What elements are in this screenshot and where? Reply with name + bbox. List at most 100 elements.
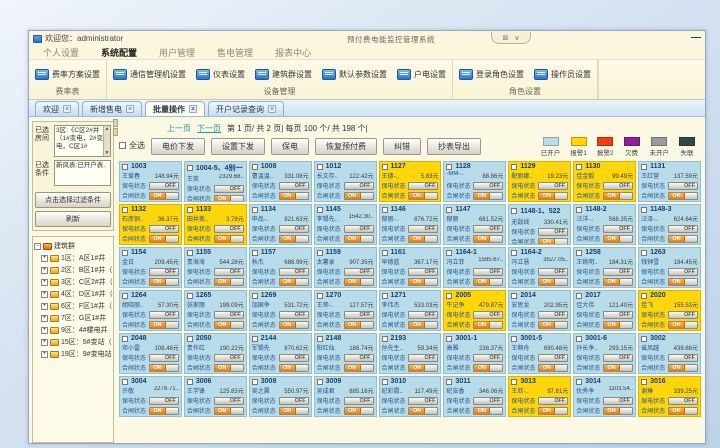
switch-toggle[interactable]: ON [538,238,568,246]
meter-card[interactable]: 1127王德-..5.83元保电状态OFF合闸状态ON [379,161,442,202]
meter-card[interactable]: 2144军锡先870.62元保电状态OFF合闸状态ON [249,333,312,374]
switch-toggle[interactable]: ON [344,192,374,200]
meter-card[interactable]: 1157秋杰686.99元保电状态OFF合闸状态ON [249,247,312,288]
card-checkbox[interactable] [122,164,128,170]
protect-toggle[interactable]: OFF [279,268,309,276]
expand-icon[interactable]: + [41,339,48,346]
ribbon-button[interactable]: 默认参数设置 [322,69,387,80]
switch-toggle[interactable]: ON [473,235,503,243]
meter-card[interactable]: 2017佳大伟121.40元保电状态OFF合闸状态ON [573,290,636,331]
expand-icon[interactable]: + [41,255,48,262]
protect-toggle[interactable]: OFF [473,182,503,190]
protect-toggle[interactable]: OFF [279,354,309,362]
switch-toggle[interactable]: ON [603,364,633,372]
meter-card[interactable]: 2193孙先生..59.34元保电状态OFF合闸状态ON [379,333,442,374]
switch-toggle[interactable]: ON [408,321,438,329]
meter-card[interactable]: 1008曹温温..331.08元保电状态OFF合闸状态ON [249,161,312,202]
switch-toggle[interactable]: ON [603,321,633,329]
meter-card[interactable]: 2048邓小雷108.48元保电状态OFF合闸状态ON [119,333,182,374]
ribbon-button[interactable]: 操作员设置 [534,69,591,80]
meter-card[interactable]: 2005牛记争479.87元保电状态OFF合闸状态ON [443,290,506,331]
switch-toggle[interactable]: ON [668,321,698,329]
switch-toggle[interactable]: ON [473,364,503,372]
meter-card[interactable]: 1264胡晓丽..57.30元保电状态OFF合闸状态ON [119,290,182,331]
meter-card[interactable]: 1265张家丽199.09元保电状态OFF合闸状态ON [184,290,247,331]
switch-toggle[interactable]: ON [668,407,698,415]
meter-card[interactable]: 3008吴之翼550.97元保电状态OFF合闸状态ON [249,376,312,417]
switch-toggle[interactable]: ON [279,192,309,200]
card-checkbox[interactable] [511,250,517,256]
switch-toggle[interactable]: ON [344,364,374,372]
meter-card[interactable]: 1154金日209.45元保电状态OFF合闸状态ON [119,247,182,288]
protect-toggle[interactable]: OFF [149,397,179,405]
menu-item-3[interactable]: 售电管理 [217,46,253,59]
card-checkbox[interactable] [641,379,647,385]
card-checkbox[interactable] [122,207,128,213]
switch-toggle[interactable]: ON [408,192,438,200]
protect-toggle[interactable]: OFF [538,354,568,362]
protect-toggle[interactable]: OFF [408,354,438,362]
ribbon-button[interactable]: 通信管理机设置 [113,69,186,80]
meter-card[interactable]: 3016谢琳339.25元保电状态OFF合闸状态ON [638,376,701,417]
switch-toggle[interactable]: ON [214,364,244,372]
tree-item[interactable]: +2区：B区1#井（ [34,265,112,275]
protect-toggle[interactable]: OFF [149,182,179,190]
card-checkbox[interactable] [446,336,452,342]
protect-toggle[interactable]: OFF [538,268,568,276]
rooms-scrollbar[interactable]: ▲ ▼ [103,126,110,156]
protect-toggle[interactable]: OFF [473,311,503,319]
meter-card[interactable]: 3002省凤越439.88元保电状态OFF合闸状态ON [638,333,701,374]
protect-toggle[interactable]: OFF [603,397,633,405]
tree-item[interactable]: +15区：5#变站（3# [34,337,112,347]
protect-toggle[interactable]: OFF [149,354,179,362]
protect-toggle[interactable]: OFF [214,225,244,233]
switch-toggle[interactable]: ON [279,278,309,286]
switch-toggle[interactable]: ON [279,407,309,415]
tool-button-4[interactable]: 纠错 [383,138,421,155]
minimize-button[interactable]: — [691,32,701,43]
meter-card[interactable]: 2020佳飞155.53元保电状态OFF合闸状态ON [638,290,701,331]
next-page-link[interactable]: 下一页 [197,123,221,134]
switch-toggle[interactable]: ON [149,278,179,286]
card-checkbox[interactable] [576,293,582,299]
tree-root[interactable]: -建筑群 [34,241,112,251]
protect-toggle[interactable]: OFF [473,268,503,276]
protect-toggle[interactable]: OFF [668,397,698,405]
menu-item-2[interactable]: 用户管理 [159,46,195,59]
card-checkbox[interactable] [576,164,582,170]
protect-toggle[interactable]: OFF [668,225,698,233]
switch-toggle[interactable]: ON [149,364,179,372]
card-checkbox[interactable] [511,293,517,299]
meter-card[interactable]: 1128-MM-..88.86元保电状态OFF合闸状态ON [443,161,506,202]
protect-toggle[interactable]: OFF [473,354,503,362]
protect-toggle[interactable]: OFF [214,311,244,319]
switch-toggle[interactable]: ON [149,235,179,243]
protect-toggle[interactable]: OFF [149,311,179,319]
refresh-button[interactable]: 刷新 [35,211,111,227]
ribbon-button[interactable]: 仪表设置 [196,69,245,80]
close-icon[interactable]: × [126,105,134,113]
meter-card[interactable]: 1129配丽娜..19.23元保电状态OFF合闸状态ON [508,161,571,202]
tab-1[interactable]: 新增售电× [82,101,142,116]
protect-toggle[interactable]: OFF [344,397,374,405]
meter-card[interactable]: 1131王红营137.59元保电状态OFF合闸状态ON [638,161,701,202]
switch-toggle[interactable]: ON [408,364,438,372]
meter-card[interactable]: 1164-1冯立菲1595.67..保电状态OFF合闸状态ON [443,247,506,288]
card-checkbox[interactable] [317,293,323,299]
card-checkbox[interactable] [382,250,388,256]
meter-card[interactable]: 3001-5王顺舟690.48元保电状态OFF合闸状态ON [508,333,571,374]
card-checkbox[interactable] [122,250,128,256]
menu-item-4[interactable]: 报表中心 [275,46,311,59]
card-checkbox[interactable] [641,207,647,213]
protect-toggle[interactable]: OFF [214,397,244,405]
switch-toggle[interactable]: ON [603,278,633,286]
switch-toggle[interactable]: ON [214,321,244,329]
protect-toggle[interactable]: OFF [214,185,244,193]
protect-toggle[interactable]: OFF [408,268,438,276]
switch-toggle[interactable]: ON [538,407,568,415]
protect-toggle[interactable]: OFF [538,182,568,190]
meter-card[interactable]: 1133田井美..3.78元保电状态OFF合闸状态ON [184,204,247,245]
card-checkbox[interactable] [122,379,128,385]
switch-toggle[interactable]: ON [214,407,244,415]
switch-toggle[interactable]: ON [668,364,698,372]
